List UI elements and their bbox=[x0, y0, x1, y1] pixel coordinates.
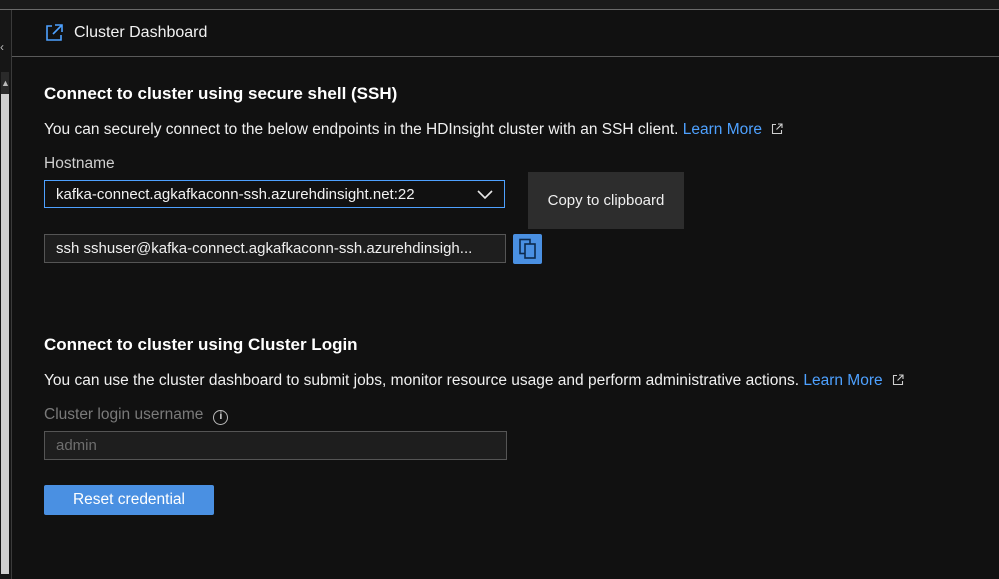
copy-tooltip: Copy to clipboard bbox=[528, 172, 684, 229]
login-section-title: Connect to cluster using Cluster Login bbox=[44, 335, 358, 354]
ssh-description-text: You can securely connect to the below en… bbox=[44, 121, 679, 138]
username-value: admin bbox=[56, 437, 97, 454]
chevron-down-icon bbox=[477, 190, 493, 200]
ssh-description: You can securely connect to the below en… bbox=[44, 121, 783, 139]
reset-credential-button[interactable]: Reset credential bbox=[44, 485, 214, 515]
username-label: Cluster login username i bbox=[44, 406, 229, 425]
scrollbar-track[interactable] bbox=[1, 94, 9, 574]
collapse-chevron-icon[interactable]: ‹ bbox=[0, 40, 4, 54]
external-link-icon[interactable] bbox=[892, 374, 904, 386]
ssh-command-value: ssh sshuser@kafka-connect.agkafkaconn-ss… bbox=[56, 240, 473, 257]
scroll-up-icon[interactable]: ▲ bbox=[1, 72, 10, 94]
login-description: You can use the cluster dashboard to sub… bbox=[44, 372, 904, 390]
ssh-learn-more-link[interactable]: Learn More bbox=[683, 121, 762, 138]
hostname-dropdown[interactable]: kafka-connect.agkafkaconn-ssh.azurehdins… bbox=[44, 180, 505, 208]
hostname-value: kafka-connect.agkafkaconn-ssh.azurehdins… bbox=[56, 185, 415, 203]
top-bar bbox=[0, 0, 999, 10]
login-description-text: You can use the cluster dashboard to sub… bbox=[44, 372, 800, 389]
info-icon[interactable]: i bbox=[213, 410, 229, 425]
external-link-icon bbox=[46, 24, 63, 41]
ssh-section-title: Connect to cluster using secure shell (S… bbox=[44, 84, 398, 103]
page-title: Cluster Dashboard bbox=[74, 24, 208, 41]
copy-to-clipboard-button[interactable] bbox=[513, 234, 542, 264]
ssh-command-field[interactable]: ssh sshuser@kafka-connect.agkafkaconn-ss… bbox=[44, 234, 506, 263]
blade-header: Cluster Dashboard bbox=[12, 10, 999, 57]
login-learn-more-link[interactable]: Learn More bbox=[803, 372, 882, 389]
username-field: admin bbox=[44, 431, 507, 460]
external-link-icon[interactable] bbox=[771, 123, 783, 135]
left-rail: ‹ ▲ bbox=[0, 10, 12, 579]
copy-icon bbox=[518, 238, 536, 259]
username-label-text: Cluster login username bbox=[44, 406, 204, 423]
hostname-label: Hostname bbox=[44, 155, 115, 172]
